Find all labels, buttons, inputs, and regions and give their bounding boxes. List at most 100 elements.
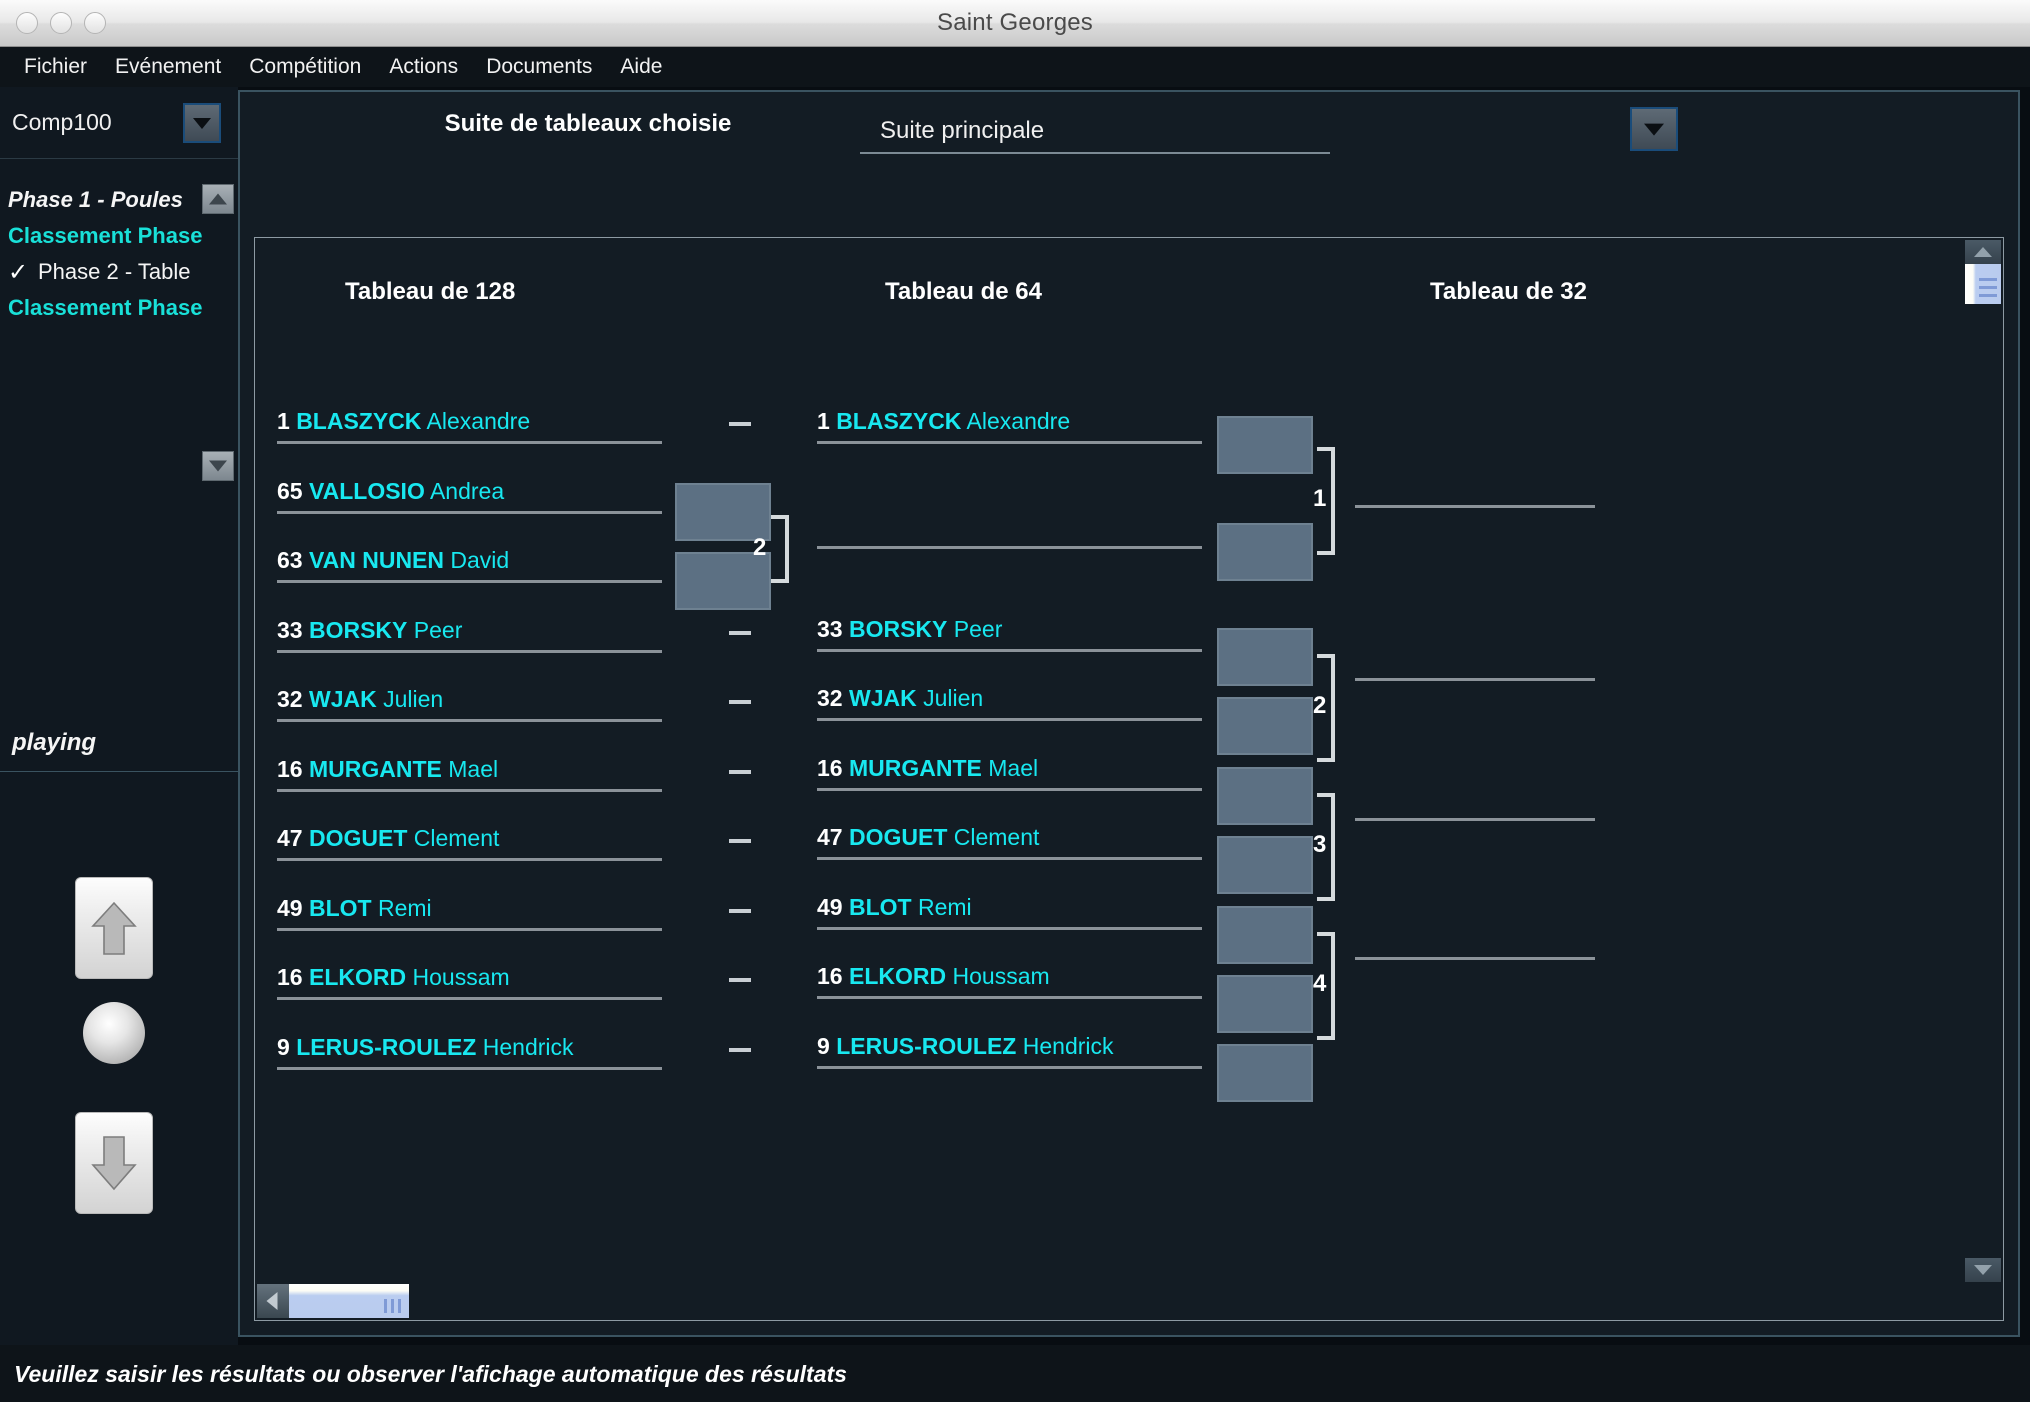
player-entry-r64[interactable]: 33 BORSKY Peer	[817, 616, 1002, 643]
player-entry-r64[interactable]: 16 MURGANTE Mael	[817, 755, 1038, 782]
player-entry-r64[interactable]: 1 BLASZYCK Alexandre	[817, 408, 1070, 435]
seed-number: 33	[817, 616, 843, 642]
player-entry-r128[interactable]: 1 BLASZYCK Alexandre	[277, 408, 530, 435]
score-input-r32[interactable]	[1217, 975, 1313, 1033]
entry-underline	[277, 1066, 662, 1070]
divider	[0, 771, 238, 772]
player-lastname: VAN NUNEN	[308, 547, 445, 573]
seed-number: 16	[277, 964, 303, 990]
round-advance-dash	[729, 700, 751, 704]
player-lastname: BLASZYCK	[296, 408, 422, 434]
score-input-r32[interactable]	[1217, 836, 1313, 894]
seed-number: 33	[277, 616, 303, 643]
chevron-down-icon[interactable]	[1630, 107, 1678, 151]
player-firstname: Julien	[383, 686, 444, 712]
player-entry-r64[interactable]: 47 DOGUET Clement	[817, 824, 1039, 851]
player-firstname: Clement	[413, 825, 500, 851]
player-entry-r64[interactable]: 49 BLOT Remi	[817, 894, 972, 921]
player-entry-r128[interactable]: 47 DOGUET Clement	[277, 825, 499, 852]
round-advance-dash	[729, 769, 751, 774]
playing-label: playing	[12, 729, 97, 756]
score-input-r128[interactable]	[675, 483, 771, 541]
menu-item-comptition[interactable]: Compétition	[235, 53, 375, 81]
player-entry-r64[interactable]: 16 ELKORD Houssam	[817, 963, 1050, 990]
entry-underline	[817, 441, 1202, 444]
match-number: 4	[1313, 970, 1327, 997]
entry-underline	[817, 996, 1202, 999]
tree-item-label: Classement Phase	[8, 223, 203, 248]
scroll-left-arrow-icon[interactable]	[257, 1284, 289, 1318]
player-lastname: LERUS-ROULEZ	[296, 1033, 477, 1060]
status-indicator-ball[interactable]	[83, 1002, 145, 1064]
round-advance-dash	[729, 1047, 751, 1052]
player-lastname: ELKORD	[308, 964, 407, 990]
score-input-r32[interactable]	[1217, 906, 1313, 964]
seed-number: 16	[817, 755, 843, 781]
entry-underline	[817, 788, 1202, 791]
player-lastname: BLOT	[848, 894, 912, 920]
score-input-r32[interactable]	[1217, 523, 1313, 581]
player-entry-r128[interactable]: 9 LERUS-ROULEZ Hendrick	[277, 1034, 574, 1061]
tree-item[interactable]: Classement Phase	[0, 290, 238, 326]
score-input-r32[interactable]	[1217, 1044, 1313, 1102]
entry-underline	[817, 649, 1202, 652]
vertical-scroll-thumb[interactable]	[1965, 264, 2001, 304]
entry-underline	[817, 546, 1202, 549]
round-advance-dash	[729, 908, 751, 913]
player-entry-r128[interactable]: 49 BLOT Remi	[277, 895, 432, 922]
entry-underline	[277, 649, 662, 653]
player-entry-r64[interactable]: 9 LERUS-ROULEZ Hendrick	[817, 1033, 1114, 1060]
player-entry-r128[interactable]: 65 VALLOSIO Andrea	[277, 478, 504, 505]
seed-number: 16	[277, 755, 303, 782]
player-entry-r128[interactable]: 16 MURGANTE Mael	[277, 756, 498, 783]
tree-scroll-up-button[interactable]	[202, 184, 234, 214]
player-entry-r128[interactable]: 63 VAN NUNEN David	[277, 547, 509, 574]
player-entry-r64[interactable]: 32 WJAK Julien	[817, 685, 983, 712]
player-lastname: BLASZYCK	[836, 408, 962, 434]
menu-item-evnement[interactable]: Evénement	[101, 53, 235, 81]
vertical-scrollbar[interactable]	[1965, 240, 2001, 1282]
player-entry-r128[interactable]: 33 BORSKY Peer	[277, 617, 462, 644]
entry-underline	[277, 858, 662, 861]
score-input-r32[interactable]	[1217, 697, 1313, 755]
entry-underline	[277, 997, 662, 1000]
player-lastname: WJAK	[848, 685, 917, 711]
phase-tree[interactable]: Phase 1 - Poules Classement Phase ✓ Phase 2…	[0, 159, 238, 629]
horizontal-scrollbar[interactable]	[257, 1284, 1965, 1318]
menu-item-documents[interactable]: Documents	[472, 53, 606, 81]
player-lastname: VALLOSIO	[308, 477, 425, 504]
check-icon: ✓	[8, 258, 29, 286]
score-input-r32[interactable]	[1217, 628, 1313, 686]
main-panel: Suite de tableaux choisie Suite principa…	[238, 90, 2020, 1337]
column-header-2: Tableau de 64	[885, 278, 1042, 305]
menu-item-fichier[interactable]: Fichier	[10, 53, 101, 81]
column-header-3: Tableau de 32	[1430, 278, 1587, 305]
suite-select[interactable]: Suite principale	[860, 107, 1678, 154]
seed-number: 65	[277, 477, 303, 504]
menu-item-aide[interactable]: Aide	[606, 53, 676, 81]
scroll-up-arrow-icon[interactable]	[1965, 240, 2001, 264]
tree-item[interactable]: ✓ Phase 2 - Table	[0, 254, 238, 290]
player-firstname: Julien	[923, 685, 984, 711]
bracket-line	[771, 515, 789, 583]
entry-underline	[277, 927, 662, 931]
move-up-button[interactable]	[75, 877, 153, 979]
scroll-down-arrow-icon[interactable]	[1965, 1258, 2001, 1282]
player-firstname: Clement	[953, 824, 1040, 850]
tree-item[interactable]: Classement Phase	[0, 218, 238, 254]
score-input-r32[interactable]	[1217, 416, 1313, 474]
round-advance-dash	[729, 630, 751, 635]
score-input-r32[interactable]	[1217, 767, 1313, 825]
player-entry-r128[interactable]: 16 ELKORD Houssam	[277, 964, 510, 991]
entry-underline	[817, 927, 1202, 930]
seed-number: 49	[277, 894, 303, 921]
seed-number: 49	[817, 894, 843, 920]
horizontal-scroll-thumb[interactable]	[289, 1284, 409, 1318]
competition-select[interactable]: Comp100	[0, 87, 238, 159]
move-down-button[interactable]	[75, 1112, 153, 1214]
player-entry-r128[interactable]: 32 WJAK Julien	[277, 686, 443, 713]
menu-item-actions[interactable]: Actions	[375, 53, 472, 81]
seed-number: 47	[817, 824, 843, 850]
tree-scroll-down-button[interactable]	[202, 451, 234, 481]
chevron-down-icon[interactable]	[183, 103, 221, 143]
